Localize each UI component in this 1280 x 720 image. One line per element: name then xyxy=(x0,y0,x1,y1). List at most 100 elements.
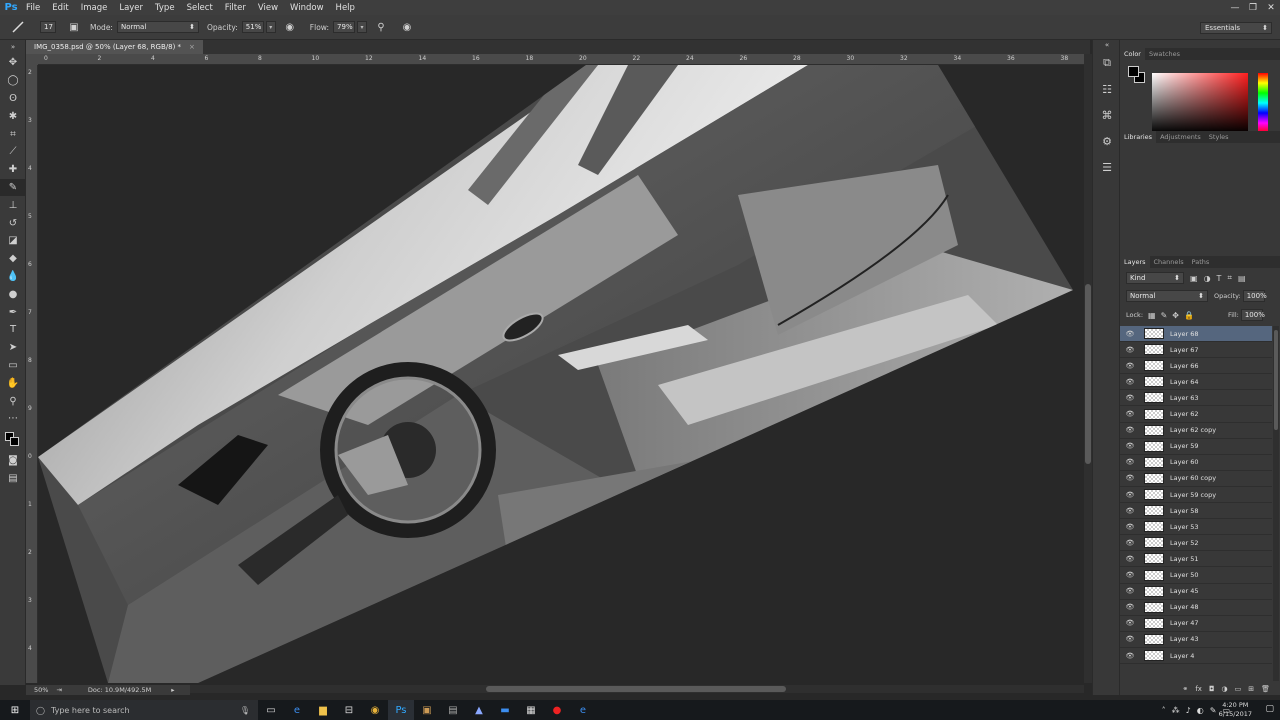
layer-row[interactable]: 👁 Layer 4 xyxy=(1120,648,1272,665)
layers-scroll-thumb[interactable] xyxy=(1274,330,1278,430)
layer-row[interactable]: 👁 Layer 50 xyxy=(1120,568,1272,584)
hand-tool-icon[interactable]: ✋ xyxy=(0,374,26,392)
collapse-icon[interactable]: « xyxy=(1093,40,1121,50)
minimize-button[interactable]: — xyxy=(1226,0,1244,15)
brush-tool-icon[interactable]: ✎ xyxy=(0,178,26,197)
file-explorer-icon[interactable]: ▆ xyxy=(310,700,336,720)
tray-app-icon[interactable]: ◐ xyxy=(1197,706,1204,715)
workspace-select[interactable]: Essentials ⬍ xyxy=(1200,22,1272,34)
ie-browser-icon[interactable]: e xyxy=(570,700,596,720)
layer-row[interactable]: 👁 Layer 62 copy xyxy=(1120,423,1272,439)
menu-type[interactable]: Type xyxy=(151,3,183,13)
photoshop-taskbar-icon[interactable]: Ps xyxy=(388,700,414,720)
quick-mask-icon[interactable]: ◙ xyxy=(0,452,26,470)
layer-style-icon[interactable]: fx xyxy=(1195,685,1202,693)
paint-bucket-tool-icon[interactable]: ◆ xyxy=(0,250,26,268)
flow-dropdown[interactable]: ▾ xyxy=(357,21,368,33)
filter-shape-icon[interactable]: ⌗ xyxy=(1227,273,1232,283)
edge-browser-icon[interactable]: e xyxy=(284,700,310,720)
horizontal-scroll-thumb[interactable] xyxy=(486,686,786,692)
visibility-eye-icon[interactable]: 👁 xyxy=(1120,555,1140,563)
layer-row[interactable]: 👁 Layer 53 xyxy=(1120,519,1272,536)
brush-size-field[interactable]: 17 xyxy=(40,21,56,33)
visibility-eye-icon[interactable]: 👁 xyxy=(1120,346,1140,354)
adjust-panel-icon[interactable]: ☰ xyxy=(1093,154,1121,180)
visibility-eye-icon[interactable]: 👁 xyxy=(1120,410,1140,418)
task-view-icon[interactable]: ▭ xyxy=(258,700,284,720)
lock-transparency-icon[interactable]: ▦ xyxy=(1148,311,1156,320)
menu-layer[interactable]: Layer xyxy=(115,3,151,13)
taskbar-clock[interactable]: 4:20 PM 6/15/2017 xyxy=(1219,701,1252,719)
vertical-scrollbar[interactable] xyxy=(1084,54,1092,683)
pressure-opacity-icon[interactable]: ◉ xyxy=(282,19,298,35)
vertical-scroll-thumb[interactable] xyxy=(1085,284,1091,464)
marquee-tool-icon[interactable]: ◯ xyxy=(0,72,26,90)
menu-view[interactable]: View xyxy=(254,3,286,13)
close-tab-icon[interactable]: × xyxy=(189,43,195,51)
recorder-icon[interactable]: ● xyxy=(544,700,570,720)
visibility-eye-icon[interactable]: 👁 xyxy=(1120,491,1140,499)
tab-adjustments[interactable]: Adjustments xyxy=(1156,131,1205,143)
layer-row[interactable]: 👁 Layer 52 xyxy=(1120,535,1272,552)
filter-adjustment-icon[interactable]: ◑ xyxy=(1204,274,1211,283)
layer-row[interactable]: 👁 Layer 59 copy xyxy=(1120,487,1272,504)
lock-all-icon[interactable]: 🔒 xyxy=(1184,311,1194,320)
visibility-eye-icon[interactable]: 👁 xyxy=(1120,442,1140,450)
tool-presets-icon[interactable]: ⚙ xyxy=(1093,128,1121,154)
calculator-icon[interactable]: ▦ xyxy=(518,700,544,720)
type-tool-icon[interactable]: T xyxy=(0,321,26,339)
visibility-eye-icon[interactable]: 👁 xyxy=(1120,458,1140,466)
flow-field[interactable]: 79% xyxy=(333,21,356,33)
app-icon-1[interactable]: ▣ xyxy=(414,700,440,720)
visibility-eye-icon[interactable]: 👁 xyxy=(1120,619,1140,627)
rectangle-tool-icon[interactable]: ▭ xyxy=(0,357,26,375)
tab-layers[interactable]: Layers xyxy=(1120,256,1150,268)
windows-start-icon[interactable]: ⊞ xyxy=(0,700,30,720)
restore-button[interactable]: ❐ xyxy=(1244,0,1262,15)
magic-wand-tool-icon[interactable]: ✱ xyxy=(0,107,26,125)
brush-tool-preset-icon[interactable] xyxy=(10,19,26,35)
tray-up-arrow-icon[interactable]: ˄ xyxy=(1162,706,1166,715)
properties-panel-icon[interactable]: ☷ xyxy=(1093,76,1121,102)
clone-stamp-tool-icon[interactable]: ⊥ xyxy=(0,196,26,214)
healing-brush-tool-icon[interactable]: ✚ xyxy=(0,161,26,179)
tab-swatches[interactable]: Swatches xyxy=(1145,48,1184,60)
visibility-eye-icon[interactable]: 👁 xyxy=(1120,603,1140,611)
layer-kind-select[interactable]: Kind ⬍ xyxy=(1126,272,1184,284)
layer-row[interactable]: 👁 Layer 47 xyxy=(1120,616,1272,632)
status-menu-icon[interactable]: ▸ xyxy=(171,686,174,694)
crop-tool-icon[interactable]: ⌗ xyxy=(0,125,26,143)
layer-row[interactable]: 👁 Layer 48 xyxy=(1120,600,1272,616)
path-selection-tool-icon[interactable]: ➤ xyxy=(0,339,26,357)
move-tool-icon[interactable]: ✥ xyxy=(0,54,26,72)
pen-tool-icon[interactable]: ✒ xyxy=(0,303,26,321)
document-canvas[interactable] xyxy=(38,65,1084,683)
layers-scrollbar[interactable] xyxy=(1273,326,1279,681)
visibility-eye-icon[interactable]: 👁 xyxy=(1120,474,1140,482)
foreground-color-swatch[interactable] xyxy=(1128,66,1139,77)
filter-smart-object-icon[interactable]: ▤ xyxy=(1238,274,1246,283)
visibility-eye-icon[interactable]: 👁 xyxy=(1120,652,1140,660)
visibility-eye-icon[interactable]: 👁 xyxy=(1120,362,1140,370)
layer-opacity-field[interactable]: 100% xyxy=(1242,290,1267,302)
visibility-eye-icon[interactable]: 👁 xyxy=(1120,426,1140,434)
layer-row[interactable]: 👁 Layer 59 xyxy=(1120,439,1272,455)
blend-mode-select[interactable]: Normal ⬍ xyxy=(1126,290,1208,302)
visibility-eye-icon[interactable]: 👁 xyxy=(1120,587,1140,595)
vertical-ruler[interactable]: 2 3 4 5 6 7 8 9 0 1 2 3 4 xyxy=(26,65,38,683)
store-icon[interactable]: ⊟ xyxy=(336,700,362,720)
link-layers-icon[interactable]: ⚭ xyxy=(1182,685,1188,693)
layer-row[interactable]: 👁 Layer 66 xyxy=(1120,358,1272,375)
lasso-tool-icon[interactable]: ʘ xyxy=(0,90,26,108)
eyedropper-tool-icon[interactable]: ⟋ xyxy=(0,143,26,161)
visibility-eye-icon[interactable]: 👁 xyxy=(1120,523,1140,531)
history-panel-icon[interactable]: ⧉ xyxy=(1093,50,1121,76)
layer-row[interactable]: 👁 Layer 60 copy xyxy=(1120,471,1272,487)
menu-select[interactable]: Select xyxy=(183,3,221,13)
delete-layer-icon[interactable]: 🗑 xyxy=(1261,685,1270,693)
adjustment-layer-icon[interactable]: ◑ xyxy=(1222,685,1228,693)
collapse-icon[interactable]: » xyxy=(0,40,26,54)
app-icon-3[interactable]: ▲ xyxy=(466,700,492,720)
tray-tool-icon[interactable]: ✎ xyxy=(1210,706,1217,715)
layer-row[interactable]: 👁 Layer 51 xyxy=(1120,551,1272,568)
